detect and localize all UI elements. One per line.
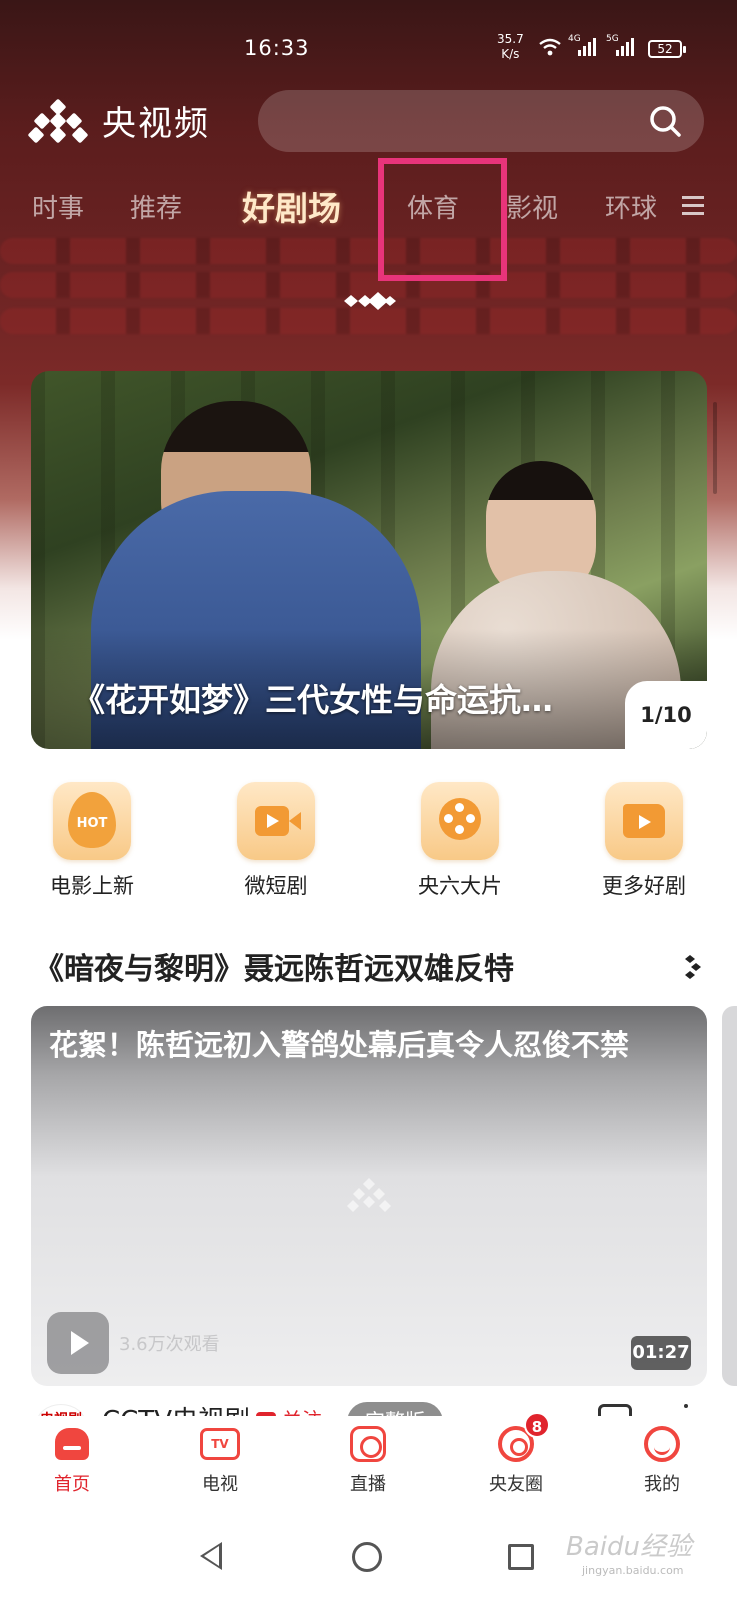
tv-icon: TV <box>200 1428 240 1460</box>
tab-shishi[interactable]: 时事 <box>32 188 84 225</box>
network-speed-unit: K/s <box>501 47 520 61</box>
theater-seat-row <box>0 308 737 334</box>
bottom-navigation: 首页 TV 电视 直播 8 央友圈 我的 <box>0 1412 737 1512</box>
banner-page-indicator: 1/10 <box>625 681 707 749</box>
video-duration: 01:27 <box>631 1336 691 1370</box>
nav-label: 电视 <box>202 1474 238 1495</box>
nav-label: 我的 <box>644 1474 680 1495</box>
search-icon[interactable] <box>648 104 682 138</box>
cellular-signal-icon: 4G <box>568 34 596 56</box>
scrollbar[interactable] <box>713 402 717 494</box>
app-name: 央视频 <box>102 104 210 144</box>
nav-home[interactable]: 首页 <box>22 1424 122 1496</box>
play-button[interactable] <box>47 1312 109 1374</box>
back-icon[interactable] <box>200 1542 222 1570</box>
tab-huanqiu[interactable]: 环球 <box>605 188 663 225</box>
tab-yingshi[interactable]: 影视 <box>506 188 558 225</box>
tab-indicator-icon <box>344 292 396 310</box>
watermark: Baidu经验 <box>566 1532 692 1562</box>
quick-link-label: 电影上新 <box>50 874 134 898</box>
theater-seat-row <box>0 238 737 264</box>
loading-placeholder-icon <box>347 1178 391 1212</box>
highlight-annotation-box <box>378 158 507 281</box>
nav-friends[interactable]: 8 央友圈 <box>466 1412 566 1496</box>
tab-haojuchang[interactable]: 好剧场 <box>242 182 341 230</box>
nav-me[interactable]: 我的 <box>612 1424 712 1496</box>
network-speed: 35.7 K/s <box>497 32 524 62</box>
video-folder-icon <box>605 782 683 860</box>
profile-icon <box>644 1426 680 1462</box>
network-type-label: 5G <box>606 34 619 44</box>
live-icon <box>350 1426 386 1462</box>
wifi-icon <box>539 38 561 56</box>
section-title[interactable]: 《暗夜与黎明》聂远陈哲远双雄反特 <box>34 944 514 988</box>
section-more-icon[interactable] <box>683 955 701 979</box>
quick-link-more-dramas[interactable]: 更多好剧 <box>584 782 704 900</box>
nav-live[interactable]: 直播 <box>318 1424 418 1496</box>
menu-icon[interactable] <box>682 196 704 216</box>
status-time: 16:33 <box>244 36 310 60</box>
watermark-url: jingyan.baidu.com <box>582 1564 684 1577</box>
hot-icon-text: HOT <box>76 816 108 831</box>
video-title: 花絮！陈哲远初入警鸽处幕后真令人忍俊不禁 <box>49 1028 630 1062</box>
channel-tabs: 时事 推荐 好剧场 体育 影视 环球 <box>0 182 737 232</box>
nav-label: 直播 <box>350 1474 386 1495</box>
more-options-icon[interactable] <box>684 1404 688 1408</box>
view-count: 3.6万次观看 <box>119 1334 220 1355</box>
recent-apps-icon[interactable] <box>508 1544 534 1570</box>
quick-link-short-drama[interactable]: 微短剧 <box>216 782 336 900</box>
nav-label: 首页 <box>54 1474 90 1495</box>
home-circle-icon[interactable] <box>352 1542 382 1572</box>
notification-badge: 8 <box>524 1412 550 1438</box>
hot-icon: HOT <box>53 782 131 860</box>
quick-link-new-movies[interactable]: HOT 电影上新 <box>32 782 152 900</box>
search-bar[interactable] <box>258 90 704 152</box>
film-reel-icon <box>421 782 499 860</box>
status-bar: 16:33 35.7 K/s 4G 5G 52 <box>0 28 737 72</box>
next-video-card[interactable] <box>722 1006 737 1386</box>
tab-tuijian[interactable]: 推荐 <box>130 188 182 225</box>
app-logo: 央视频 <box>27 96 210 145</box>
cctv-logo-icon <box>27 98 90 143</box>
quick-link-label: 微短剧 <box>244 874 308 898</box>
home-icon <box>55 1428 89 1460</box>
banner-title: 《花开如梦》三代女性与命运抗… <box>73 681 554 719</box>
nav-label: 央友圈 <box>489 1474 543 1495</box>
network-speed-value: 35.7 <box>497 32 524 46</box>
network-type-label: 4G <box>568 34 581 44</box>
video-camera-icon <box>237 782 315 860</box>
video-card[interactable]: 花絮！陈哲远初入警鸽处幕后真令人忍俊不禁 3.6万次观看 01:27 <box>31 1006 707 1386</box>
quick-link-label: 更多好剧 <box>602 874 686 898</box>
quick-link-cctv6-movies[interactable]: 央六大片 <box>400 782 520 900</box>
battery-icon: 52 <box>648 40 686 58</box>
nav-tv[interactable]: TV 电视 <box>170 1424 270 1496</box>
quick-link-label: 央六大片 <box>418 874 502 898</box>
featured-banner[interactable]: 《花开如梦》三代女性与命运抗… 1/10 <box>31 371 707 749</box>
cellular-signal-icon: 5G <box>606 34 634 56</box>
